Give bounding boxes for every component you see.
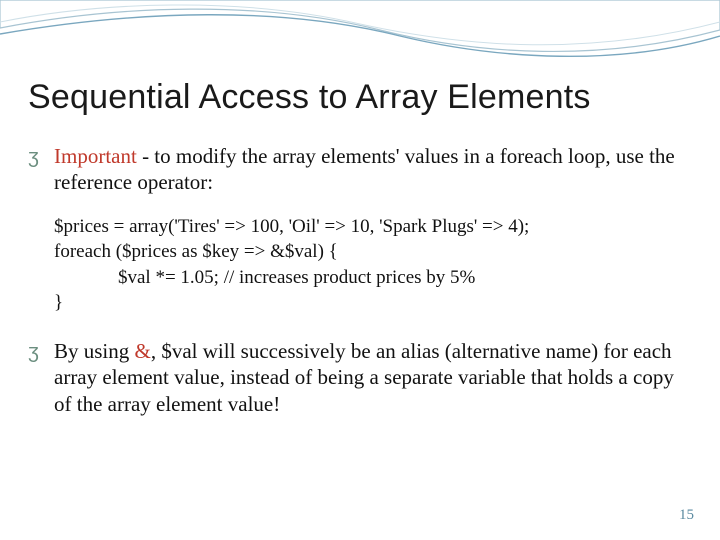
bullet-marker-icon: ʒ [28, 340, 39, 365]
code-line-1: $prices = array('Tires' => 100, 'Oil' =>… [54, 214, 692, 240]
code-line-4: } [54, 290, 692, 316]
bullet-marker-icon: ʒ [28, 145, 39, 170]
code-line-2: foreach ($prices as $key => &$val) { [54, 239, 692, 265]
bullet-prefix: By using [54, 339, 135, 363]
bullet-text: - to modify the array elements' values i… [54, 144, 675, 194]
page-number: 15 [679, 507, 694, 524]
important-keyword: Important [54, 144, 137, 168]
bullet-by-using: ʒ By using &, $val will successively be … [28, 338, 692, 417]
code-block: $prices = array('Tires' => 100, 'Oil' =>… [28, 214, 692, 317]
slide: Sequential Access to Array Elements ʒ Im… [0, 0, 720, 540]
bullet-important: ʒ Important - to modify the array elemen… [28, 143, 692, 196]
code-line-3: $val *= 1.05; // increases product price… [54, 265, 692, 291]
slide-title: Sequential Access to Array Elements [28, 78, 692, 117]
ampersand-keyword: & [135, 339, 151, 363]
